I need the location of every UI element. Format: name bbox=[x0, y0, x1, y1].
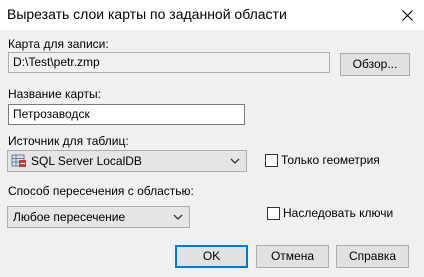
browse-button[interactable]: Обзор... bbox=[340, 53, 410, 76]
cancel-button[interactable]: Отмена bbox=[256, 245, 329, 268]
close-button[interactable] bbox=[393, 2, 421, 28]
ok-button[interactable]: OK bbox=[175, 245, 248, 268]
table-source-label: Источник для таблиц: bbox=[8, 134, 129, 148]
geometry-only-checkbox[interactable] bbox=[265, 154, 278, 167]
map-name-label: Название карты: bbox=[8, 87, 102, 101]
map-name-input[interactable]: Петрозаводск bbox=[8, 104, 245, 125]
table-source-dropdown[interactable]: SQL Server LocalDB bbox=[7, 150, 247, 172]
inherit-keys-checkbox[interactable] bbox=[267, 207, 280, 220]
window-title: Вырезать слои карты по заданной области bbox=[7, 6, 287, 22]
table-source-value: SQL Server LocalDB bbox=[31, 154, 142, 168]
chevron-down-icon bbox=[173, 214, 183, 220]
close-icon bbox=[402, 10, 413, 21]
database-icon bbox=[11, 154, 26, 167]
chevron-down-icon bbox=[230, 158, 240, 164]
output-map-label: Карта для записи: bbox=[8, 37, 109, 51]
intersection-value: Любое пересечение bbox=[13, 210, 126, 224]
geometry-only-label: Только геометрия bbox=[281, 153, 380, 167]
intersection-label: Способ пересечения с областью: bbox=[8, 184, 194, 198]
output-map-path-field[interactable]: D:\Test\petr.zmp bbox=[8, 52, 330, 73]
help-button[interactable]: Справка bbox=[336, 245, 409, 268]
title-bar: Вырезать слои карты по заданной области bbox=[0, 0, 424, 30]
intersection-dropdown[interactable]: Любое пересечение bbox=[7, 206, 190, 228]
inherit-keys-label: Наследовать ключи bbox=[283, 206, 394, 220]
